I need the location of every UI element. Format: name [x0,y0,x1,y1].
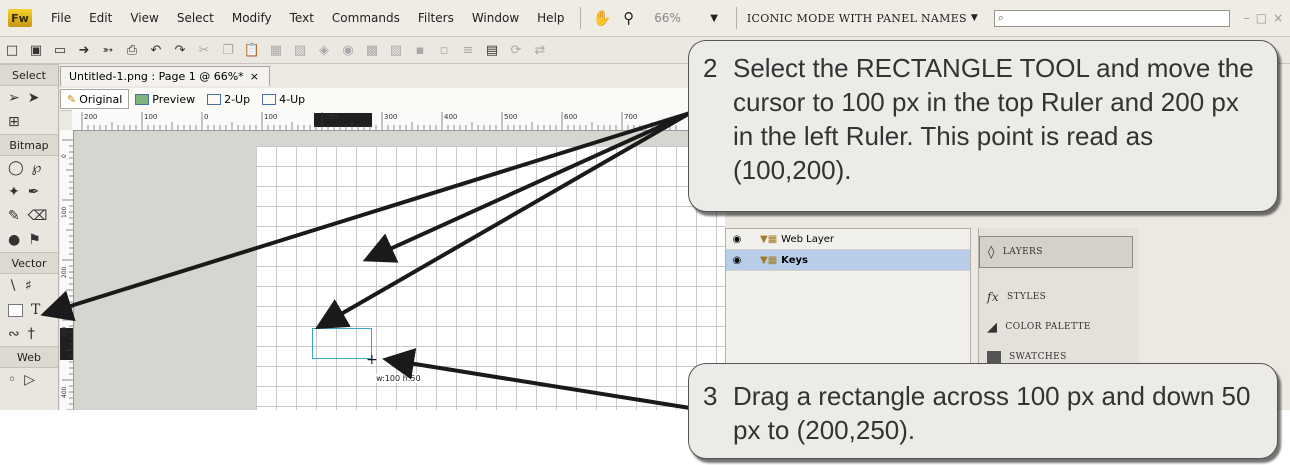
step-2: 2 Select the RECTANGLE TOOL and move the… [703,51,1265,187]
step-text: Drag a rectangle across 100 px and down … [733,381,1251,445]
callout-step-3: 3 Drag a rectangle across 100 px and dow… [688,363,1278,459]
step-text: Select the RECTANGLE TOOL and move the c… [733,53,1254,185]
step-3: 3 Drag a rectangle across 100 px and dow… [703,379,1265,447]
step-number: 2 [703,53,718,83]
arrow-to-end-point [382,347,691,410]
callout-step-2: 2 Select the RECTANGLE TOOL and move the… [688,40,1278,212]
arrow-to-top-ruler [362,111,691,263]
arrow-to-start-point [315,111,691,329]
step-number: 3 [703,381,718,411]
arrow-to-rectangle-tool [40,111,691,322]
